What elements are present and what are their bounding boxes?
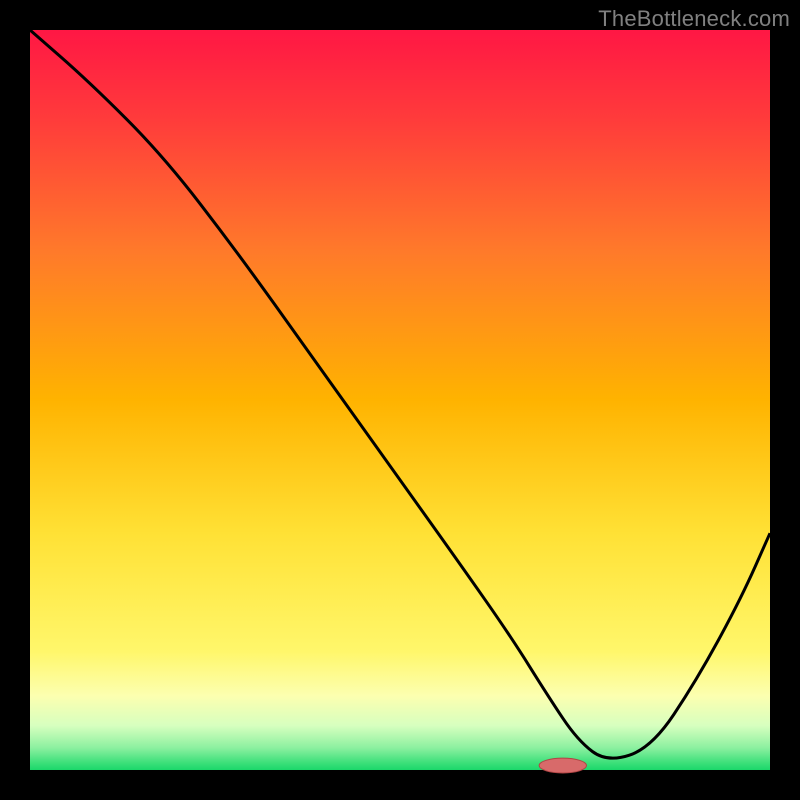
chart-svg xyxy=(0,0,800,800)
chart-canvas xyxy=(0,0,800,800)
optimal-marker xyxy=(539,758,586,773)
plot-area xyxy=(30,30,770,770)
watermark-text: TheBottleneck.com xyxy=(598,6,790,32)
